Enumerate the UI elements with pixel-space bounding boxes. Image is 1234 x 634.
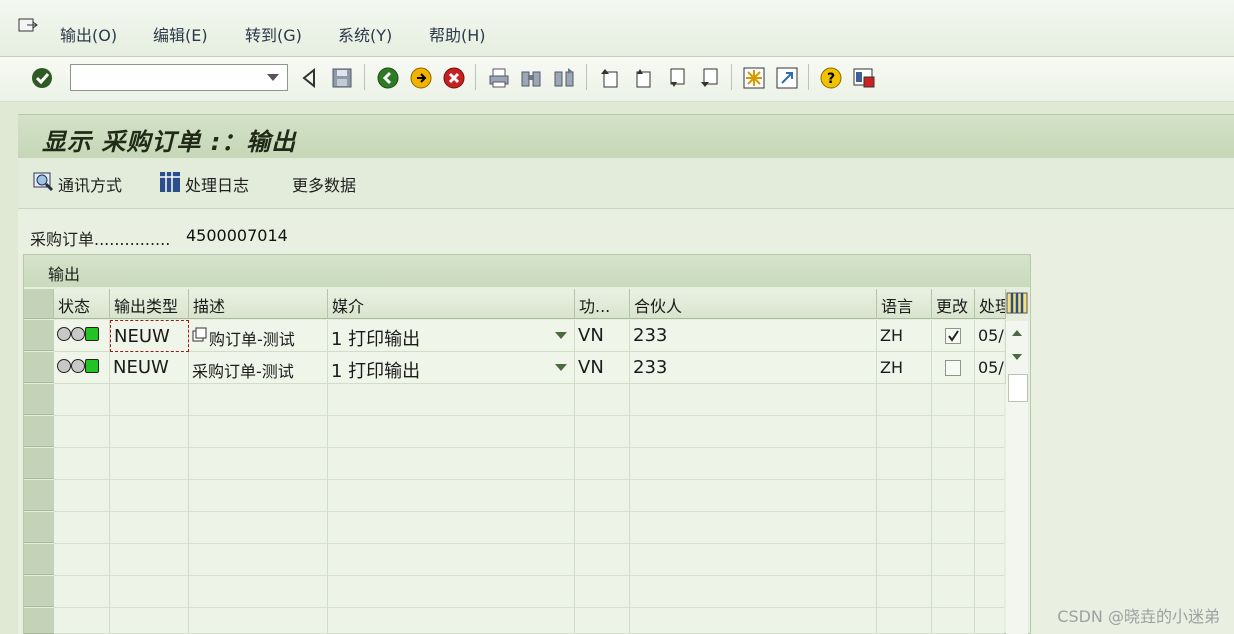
processing-cell: 05/ — [975, 320, 1006, 352]
table-settings-icon[interactable] — [1006, 292, 1028, 314]
changed-checkbox[interactable] — [945, 360, 961, 376]
scroll-up-icon[interactable] — [1009, 326, 1025, 340]
exit-icon[interactable] — [409, 66, 433, 90]
check-icon — [948, 330, 959, 342]
shortcut-icon[interactable] — [775, 66, 799, 90]
po-label: 采购订单............... — [30, 230, 171, 249]
enter-icon[interactable] — [30, 66, 54, 90]
col-medium[interactable]: 媒介 — [328, 289, 575, 319]
table-scrollbar[interactable] — [1006, 321, 1028, 634]
layout-icon[interactable] — [852, 66, 876, 90]
toolbar-divider — [808, 64, 809, 90]
row-selector[interactable] — [24, 448, 54, 479]
status-lights — [54, 352, 110, 384]
save-icon[interactable] — [330, 66, 354, 90]
traffic-light-icon — [57, 359, 101, 373]
processing-cell: 05/ — [975, 352, 1006, 384]
processing-log-icon[interactable] — [158, 170, 182, 194]
col-description[interactable]: 描述 — [189, 289, 328, 319]
output-group-title: 输出 — [48, 265, 81, 284]
row-selector[interactable] — [24, 576, 54, 607]
toolbar-divider — [586, 64, 587, 90]
menu-toggle-icon[interactable] — [18, 18, 38, 34]
col-function[interactable]: 功... — [575, 289, 630, 319]
function-cell[interactable]: VN — [575, 352, 630, 384]
po-number: 4500007014 — [186, 226, 288, 245]
output-type-cell[interactable]: NEUW — [110, 320, 189, 352]
toolbar-divider — [731, 64, 732, 90]
col-changed[interactable]: 更改 — [932, 289, 975, 319]
output-type-cell[interactable]: NEUW — [110, 352, 189, 384]
scroll-thumb[interactable] — [1008, 374, 1028, 402]
status-lights — [54, 320, 110, 352]
menu-edit[interactable]: 编辑(E) — [153, 22, 208, 46]
row-selector[interactable] — [24, 384, 54, 415]
menu-help[interactable]: 帮助(H) — [429, 22, 486, 46]
last-page-icon[interactable] — [698, 66, 722, 90]
cancel-icon[interactable] — [442, 66, 466, 90]
menu-output[interactable]: 输出(O) — [60, 22, 117, 46]
row-selector[interactable] — [24, 480, 54, 511]
next-page-icon[interactable] — [665, 66, 689, 90]
find-next-icon[interactable] — [552, 66, 576, 90]
medium-select[interactable]: 1 打印输出 — [328, 320, 575, 352]
watermark: CSDN @晓垚的小迷弟 — [1057, 607, 1220, 626]
traffic-light-icon — [57, 327, 101, 341]
row-selector[interactable] — [24, 544, 54, 575]
language-cell[interactable]: ZH — [877, 352, 932, 384]
row-selector[interactable] — [24, 512, 54, 543]
grid-lines — [109, 384, 975, 634]
toolbar-divider — [475, 64, 476, 90]
col-partner[interactable]: 合伙人 — [630, 289, 877, 319]
back-icon[interactable] — [298, 66, 322, 90]
command-field[interactable] — [70, 64, 288, 91]
description-cell: 购订单-测试 — [189, 320, 328, 352]
select-all-cell[interactable] — [24, 289, 54, 319]
output-group-header: 输出 — [24, 255, 1030, 287]
language-cell[interactable]: ZH — [877, 320, 932, 352]
help-icon[interactable]: ? — [819, 66, 843, 90]
svg-text:?: ? — [827, 71, 835, 87]
page-title: 显示 采购订单 :：输出 — [42, 128, 297, 156]
row-selector[interactable] — [24, 608, 54, 634]
col-output-type[interactable]: 输出类型 — [110, 289, 189, 319]
chevron-down-icon[interactable] — [267, 74, 279, 81]
col-language[interactable]: 语言 — [877, 289, 932, 319]
chevron-down-icon[interactable] — [555, 364, 567, 371]
description-cell: 采购订单-测试 — [189, 352, 328, 384]
scroll-down-icon[interactable] — [1009, 350, 1025, 364]
communication-icon[interactable] — [32, 170, 56, 194]
changed-checkbox[interactable] — [945, 328, 961, 344]
find-icon[interactable] — [519, 66, 543, 90]
toolbar-divider — [364, 64, 365, 90]
row-selector[interactable] — [24, 320, 54, 351]
row-selector[interactable] — [24, 352, 54, 383]
processing-log-button[interactable]: 处理日志 — [185, 172, 249, 196]
first-page-icon[interactable] — [598, 66, 622, 90]
copy-icon[interactable] — [192, 327, 208, 343]
chevron-down-icon[interactable] — [555, 332, 567, 339]
partner-cell[interactable]: 233 — [630, 320, 877, 352]
function-cell[interactable]: VN — [575, 320, 630, 352]
back-nav-icon[interactable] — [376, 66, 400, 90]
col-processing[interactable]: 处理 — [975, 289, 1006, 319]
partner-cell[interactable]: 233 — [630, 352, 877, 384]
print-icon[interactable] — [487, 66, 511, 90]
menu-goto[interactable]: 转到(G) — [245, 22, 302, 46]
more-data-button[interactable]: 更多数据 — [292, 172, 356, 196]
screen-title-bar: 显示 采购订单 :：输出 — [18, 114, 1234, 159]
communication-button[interactable]: 通讯方式 — [58, 172, 122, 196]
col-status[interactable]: 状态 — [54, 289, 110, 319]
prev-page-icon[interactable] — [631, 66, 655, 90]
row-selector[interactable] — [24, 416, 54, 447]
menu-system[interactable]: 系统(Y) — [338, 22, 392, 46]
medium-select[interactable]: 1 打印输出 — [328, 352, 575, 384]
new-session-icon[interactable] — [742, 66, 766, 90]
